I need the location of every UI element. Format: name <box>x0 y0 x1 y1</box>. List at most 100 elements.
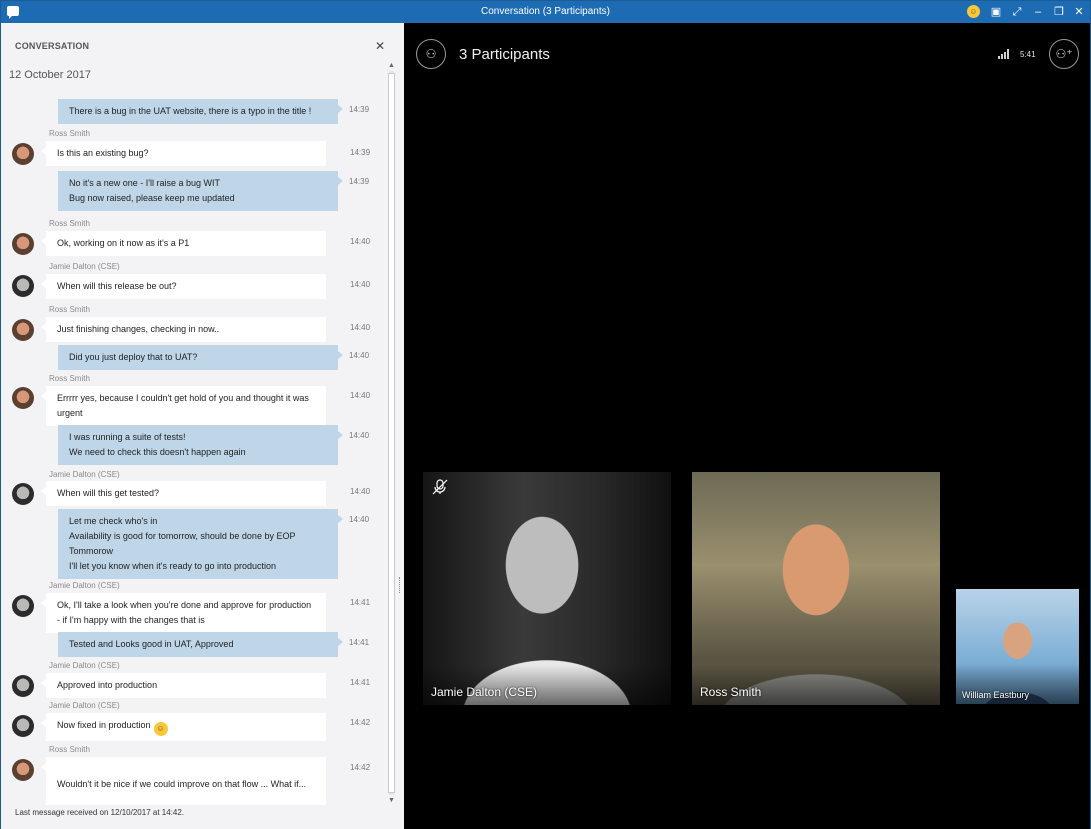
message-line: Is this an existing bug? <box>57 146 315 161</box>
incoming-message[interactable]: Errrrr yes, because I couldn't get hold … <box>41 386 326 426</box>
title-bar: Conversation (3 Participants) ☺ ▣ ⤢ – ❐ … <box>1 1 1090 23</box>
conversation-pane: CONVERSATION ✕ 12 October 2017 There is … <box>1 23 404 829</box>
smiley-emoji-icon: ☺ <box>153 722 168 736</box>
message-text: Ok, I'll take a look when you're done an… <box>57 600 312 625</box>
message-text: Now fixed in production <box>57 720 151 730</box>
pane-splitter[interactable] <box>399 577 402 593</box>
incoming-message[interactable]: Ok, working on it now as it's a P1 <box>41 231 326 256</box>
incoming-message[interactable]: Now fixed in production ☺ <box>41 713 326 741</box>
scroll-thumb[interactable] <box>388 73 395 793</box>
message-line: Availability is good for tomorrow, shoul… <box>69 529 327 559</box>
outgoing-message[interactable]: I was running a suite of tests! We need t… <box>58 425 343 465</box>
outgoing-message[interactable]: Tested and Looks good in UAT, Approved <box>58 632 343 657</box>
incoming-message[interactable]: Is this an existing bug? <box>41 141 326 166</box>
message-sender: Ross Smith <box>49 129 90 138</box>
message-text: Is this an existing bug? <box>57 148 149 158</box>
scroll-down-icon[interactable]: ▼ <box>387 796 396 805</box>
avatar[interactable] <box>12 319 34 341</box>
message-sender: Jamie Dalton (CSE) <box>49 262 120 271</box>
message-timestamp: 14:42 <box>350 763 371 772</box>
layout-icon[interactable]: ▣ <box>988 4 1004 20</box>
restore-icon[interactable]: ❐ <box>1051 4 1067 20</box>
message-timestamp: 14:41 <box>350 598 371 607</box>
participants-icon[interactable]: ⚇ <box>416 39 446 69</box>
outgoing-message[interactable]: No it's a new one - I'll raise a bug WIT… <box>58 171 343 211</box>
minimize-icon[interactable]: – <box>1030 4 1046 20</box>
message-sender: Ross Smith <box>49 374 90 383</box>
message-line: Errrrr yes, because I couldn't get hold … <box>57 391 315 421</box>
message-text: When will this release be out? <box>57 281 177 291</box>
conversation-date: 12 October 2017 <box>9 69 91 81</box>
message-text: Did you just deploy that to UAT? <box>69 352 198 362</box>
video-tile-william[interactable]: William Eastbury <box>956 589 1079 704</box>
message-line: Approved into production <box>57 678 315 693</box>
avatar[interactable] <box>12 595 34 617</box>
message-text: Wouldn't it be nice if we could improve … <box>57 779 307 789</box>
message-sender: Jamie Dalton (CSE) <box>49 661 120 670</box>
incoming-message[interactable]: Wouldn't it be nice if we could improve … <box>41 757 326 805</box>
video-tile-ross[interactable]: Ross Smith <box>692 472 940 705</box>
message-sender: Jamie Dalton (CSE) <box>49 470 120 479</box>
outgoing-message[interactable]: Did you just deploy that to UAT? <box>58 345 343 370</box>
avatar[interactable] <box>12 387 34 409</box>
close-conversation-icon[interactable]: ✕ <box>375 39 385 53</box>
message-timestamp: 14:40 <box>349 515 370 524</box>
message-line: No it's a new one - I'll raise a bug WIT <box>69 176 327 191</box>
call-duration: 5:41 <box>1020 50 1036 59</box>
message-timestamp: 14:40 <box>350 323 371 332</box>
message-timestamp: 14:40 <box>350 487 371 496</box>
message-line: There is a bug in the UAT website, there… <box>69 104 327 119</box>
emoji-icon[interactable]: ☺ <box>967 5 980 18</box>
participant-name: William Eastbury <box>962 690 1030 700</box>
avatar[interactable] <box>12 483 34 505</box>
message-line: Ok, working on it now as it's a P1 <box>57 236 315 251</box>
message-text: Tested and Looks good in UAT, Approved <box>69 639 234 649</box>
avatar[interactable] <box>12 143 34 165</box>
message-line: Tested and Looks good in UAT, Approved <box>69 637 327 652</box>
scrollbar[interactable]: ▲ ▼ <box>386 61 397 805</box>
avatar[interactable] <box>12 275 34 297</box>
incoming-message[interactable]: When will this release be out? <box>41 274 326 299</box>
message-timestamp: 14:40 <box>350 391 371 400</box>
incoming-message[interactable]: Ok, I'll take a look when you're done an… <box>41 593 326 633</box>
call-area: ⚇ 3 Participants 5:41 ⚇⁺ Jamie Dalton (C… <box>404 23 1090 829</box>
message-line: I was running a suite of tests! <box>69 430 327 445</box>
message-line: Let me check who's in <box>69 514 327 529</box>
message-line: When will this get tested? <box>57 486 315 501</box>
outgoing-message[interactable]: There is a bug in the UAT website, there… <box>58 99 343 124</box>
message-text: We need to check this doesn't happen aga… <box>69 447 246 457</box>
scroll-up-icon[interactable]: ▲ <box>387 61 396 70</box>
video-tile-jamie[interactable]: Jamie Dalton (CSE) <box>423 472 671 705</box>
message-sender: Ross Smith <box>49 745 90 754</box>
window-title: Conversation (3 Participants) <box>481 6 610 17</box>
incoming-message[interactable]: When will this get tested? <box>41 481 326 506</box>
message-line: Ok, I'll take a look when you're done an… <box>57 598 315 628</box>
message-text: Availability is good for tomorrow, shoul… <box>69 531 296 556</box>
message-text: No it's a new one - I'll raise a bug WIT <box>69 178 220 188</box>
message-sender: Jamie Dalton (CSE) <box>49 581 120 590</box>
message-text: Just finishing changes, checking in now.… <box>57 324 220 334</box>
message-text: Let me check who's in <box>69 516 158 526</box>
close-icon[interactable]: ✕ <box>1071 4 1087 20</box>
fullscreen-icon[interactable]: ⤢ <box>1009 4 1025 20</box>
message-timestamp: 14:40 <box>350 237 371 246</box>
message-sender: Ross Smith <box>49 305 90 314</box>
signal-icon <box>998 49 1010 59</box>
avatar[interactable] <box>12 715 34 737</box>
outgoing-message[interactable]: Let me check who's in Availability is goo… <box>58 509 343 579</box>
avatar[interactable] <box>12 759 34 781</box>
incoming-message[interactable]: Approved into production <box>41 673 326 698</box>
conversation-header: CONVERSATION <box>15 41 90 51</box>
avatar[interactable] <box>12 233 34 255</box>
conversation-window: Conversation (3 Participants) ☺ ▣ ⤢ – ❐ … <box>0 0 1091 829</box>
participant-name: Ross Smith <box>700 685 762 699</box>
add-participant-icon[interactable]: ⚇⁺ <box>1049 39 1079 69</box>
incoming-message[interactable]: Just finishing changes, checking in now.… <box>41 317 326 342</box>
last-message-status: Last message received on 12/10/2017 at 1… <box>15 808 185 817</box>
message-sender: Ross Smith <box>49 219 90 228</box>
message-text: Bug now raised, please keep me updated <box>69 193 235 203</box>
avatar[interactable] <box>12 675 34 697</box>
message-timestamp: 14:39 <box>349 177 370 186</box>
message-timestamp: 14:40 <box>349 431 370 440</box>
message-line: We need to check this doesn't happen aga… <box>69 445 327 460</box>
